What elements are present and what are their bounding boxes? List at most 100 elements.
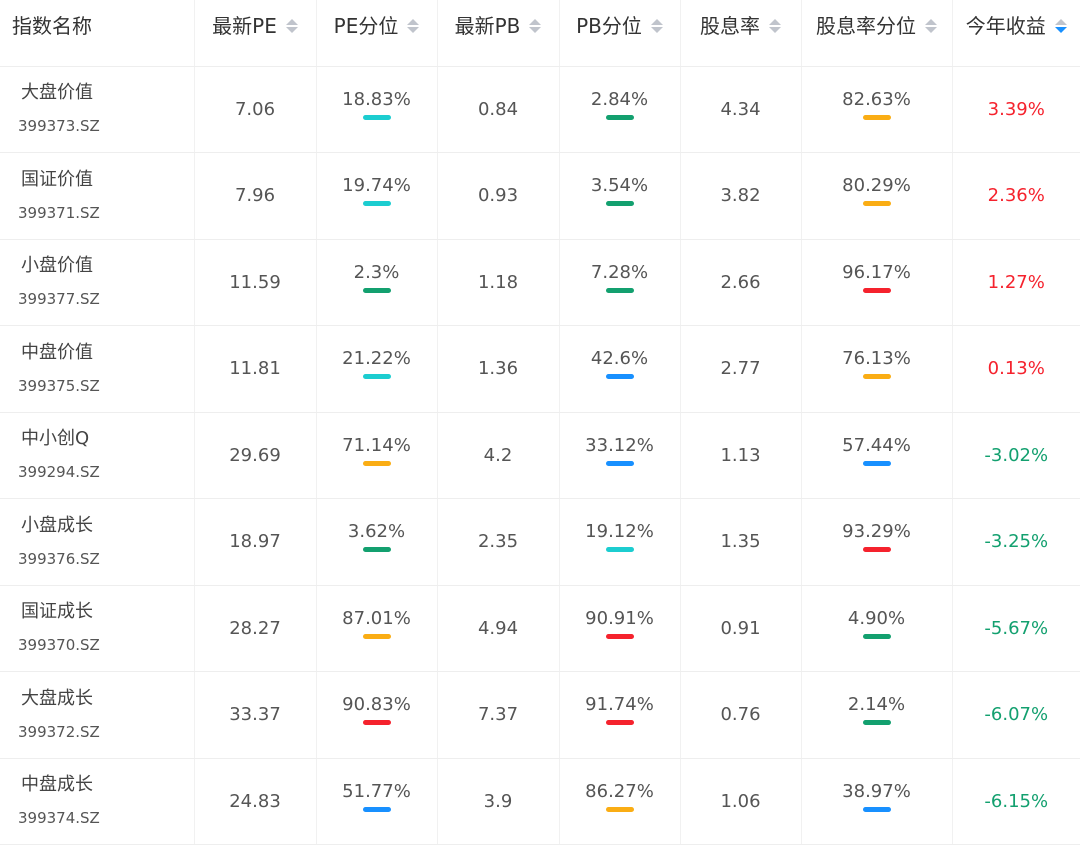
pe-value: 29.69 — [194, 412, 317, 499]
dividend-yield-percentile-cell: 96.17% — [801, 239, 953, 326]
pe-percentile-cell: 2.3% — [316, 239, 438, 326]
pe-percentile-level-bar — [362, 114, 391, 120]
sort-icon[interactable] — [769, 18, 781, 33]
ytd-return: -3.25% — [984, 531, 1049, 553]
dividend-yield-percentile-cell: 57.44% — [801, 412, 953, 499]
ytd-return: 3.39% — [987, 98, 1045, 120]
table-header-row: 指数名称 最新PE PE分位 最新PB PB分位 股息率 股息率分位 今年收益 — [0, 0, 1080, 67]
pe-percentile: 87.01% — [342, 607, 411, 629]
index-name-cell[interactable]: 中盘价值 399375.SZ — [0, 325, 195, 413]
index-code: 399377.SZ — [18, 290, 100, 309]
table-row[interactable]: 小盘成长 399376.SZ 18.97 3.62% 2.35 19.12% 1.35 93.… — [0, 498, 1080, 586]
sort-desc-active-icon[interactable] — [1054, 18, 1067, 33]
index-name-cell[interactable]: 国证价值 399371.SZ — [0, 152, 195, 240]
dividend-yield-value: 3.82 — [680, 152, 802, 240]
pb-value: 0.93 — [437, 152, 560, 240]
pb-percentile: 90.91% — [585, 607, 654, 629]
index-name: 大盘价值 — [21, 82, 93, 104]
pe-percentile: 3.62% — [347, 521, 406, 543]
dividend-yield-value: 1.13 — [680, 412, 802, 499]
index-name-cell[interactable]: 大盘成长 399372.SZ — [0, 671, 195, 759]
index-name-cell[interactable]: 大盘价值 399373.SZ — [0, 66, 195, 153]
index-name-cell[interactable]: 国证成长 399370.SZ — [0, 585, 195, 672]
column-header-label: 股息率分位 — [816, 14, 916, 38]
pb-percentile: 86.27% — [585, 780, 654, 802]
pe-percentile-cell: 3.62% — [316, 498, 438, 586]
column-header-ytd-return[interactable]: 今年收益 — [952, 0, 1080, 67]
pb-percentile-cell: 42.6% — [559, 325, 681, 413]
index-code: 399294.SZ — [18, 463, 100, 482]
index-code: 399374.SZ — [18, 809, 100, 828]
pe-value: 11.59 — [194, 239, 317, 326]
table-row[interactable]: 大盘成长 399372.SZ 33.37 90.83% 7.37 91.74% 0.76 2.… — [0, 671, 1080, 759]
ytd-return-cell: -3.25% — [952, 498, 1080, 586]
dividend-yield-percentile-cell: 4.90% — [801, 585, 953, 672]
pe-percentile-cell: 71.14% — [316, 412, 438, 499]
sort-icon[interactable] — [650, 18, 663, 33]
index-name: 国证成长 — [21, 601, 93, 623]
pe-percentile-cell: 90.83% — [316, 671, 438, 759]
index-name-cell[interactable]: 小盘价值 399377.SZ — [0, 239, 195, 326]
pe-value: 33.37 — [194, 671, 317, 759]
dividend-yield-percentile: 76.13% — [842, 348, 911, 370]
dividend-yield-percentile-level-bar — [862, 633, 891, 639]
table-row[interactable]: 大盘价值 399373.SZ 7.06 18.83% 0.84 2.84% 4.34 82.6… — [0, 66, 1080, 153]
pe-percentile: 2.3% — [353, 261, 400, 283]
dividend-yield-percentile-level-bar — [862, 720, 891, 726]
pe-percentile: 19.74% — [342, 175, 411, 197]
ytd-return: -5.67% — [984, 617, 1049, 639]
pe-percentile-level-bar — [362, 201, 391, 207]
pe-percentile-level-bar — [362, 633, 391, 639]
sort-icon[interactable] — [407, 18, 420, 33]
pb-percentile-level-bar — [605, 806, 634, 812]
column-header-dividend-yield[interactable]: 股息率 — [680, 0, 802, 67]
pb-percentile-level-bar — [605, 374, 634, 380]
column-header-label: 最新PB — [454, 14, 521, 38]
pb-percentile-cell: 33.12% — [559, 412, 681, 499]
column-header-dividend-yield-percentile[interactable]: 股息率分位 — [801, 0, 953, 67]
pb-value: 1.18 — [437, 239, 560, 326]
table-row[interactable]: 国证价值 399371.SZ 7.96 19.74% 0.93 3.54% 3.82 80.2… — [0, 152, 1080, 240]
sort-icon[interactable] — [529, 18, 542, 33]
pb-percentile-level-bar — [605, 201, 634, 207]
ytd-return: 2.36% — [987, 185, 1045, 207]
column-header-label: 今年收益 — [965, 14, 1046, 38]
dividend-yield-percentile-level-bar — [862, 201, 891, 207]
table-row[interactable]: 国证成长 399370.SZ 28.27 87.01% 4.94 90.91% 0.91 4.… — [0, 585, 1080, 672]
index-name-cell[interactable]: 小盘成长 399376.SZ — [0, 498, 195, 586]
table-row[interactable]: 中小创Q 399294.SZ 29.69 71.14% 4.2 33.12% 1.13 57.… — [0, 412, 1080, 499]
column-header-pe-percentile[interactable]: PE分位 — [316, 0, 438, 67]
pe-percentile-cell: 21.22% — [316, 325, 438, 413]
dividend-yield-value: 0.91 — [680, 585, 802, 672]
pb-percentile: 91.74% — [585, 694, 654, 716]
pe-percentile: 90.83% — [342, 694, 411, 716]
sort-icon[interactable] — [925, 18, 937, 33]
column-header-label: PE分位 — [333, 14, 399, 38]
sort-icon[interactable] — [285, 18, 298, 33]
pe-percentile: 18.83% — [342, 88, 411, 110]
dividend-yield-percentile: 38.97% — [842, 780, 911, 802]
column-header-label: 最新PE — [212, 14, 277, 38]
column-header-pe[interactable]: 最新PE — [194, 0, 317, 67]
index-name: 中盘价值 — [21, 341, 93, 363]
pb-percentile-cell: 91.74% — [559, 671, 681, 759]
pb-percentile: 42.6% — [590, 348, 649, 370]
pb-percentile: 3.54% — [590, 175, 649, 197]
ytd-return-cell: 3.39% — [952, 66, 1080, 153]
pb-percentile-cell: 2.84% — [559, 66, 681, 153]
ytd-return: -6.07% — [984, 704, 1049, 726]
table-row[interactable]: 中盘价值 399375.SZ 11.81 21.22% 1.36 42.6% 2.77 76.… — [0, 325, 1080, 413]
column-header-pb-percentile[interactable]: PB分位 — [559, 0, 681, 67]
dividend-yield-percentile-level-bar — [862, 114, 891, 120]
index-name: 国证价值 — [21, 168, 93, 190]
index-name-cell[interactable]: 中小创Q 399294.SZ — [0, 412, 195, 499]
pe-value: 7.06 — [194, 66, 317, 153]
pb-value: 4.94 — [437, 585, 560, 672]
index-name: 中盘成长 — [21, 774, 93, 796]
column-header-pb[interactable]: 最新PB — [437, 0, 560, 67]
table-row[interactable]: 小盘价值 399377.SZ 11.59 2.3% 1.18 7.28% 2.66 96.17… — [0, 239, 1080, 326]
pb-percentile-level-bar — [605, 287, 634, 293]
column-header-label: PB分位 — [576, 14, 642, 38]
dividend-yield-value: 4.34 — [680, 66, 802, 153]
pb-percentile-level-bar — [605, 460, 634, 466]
